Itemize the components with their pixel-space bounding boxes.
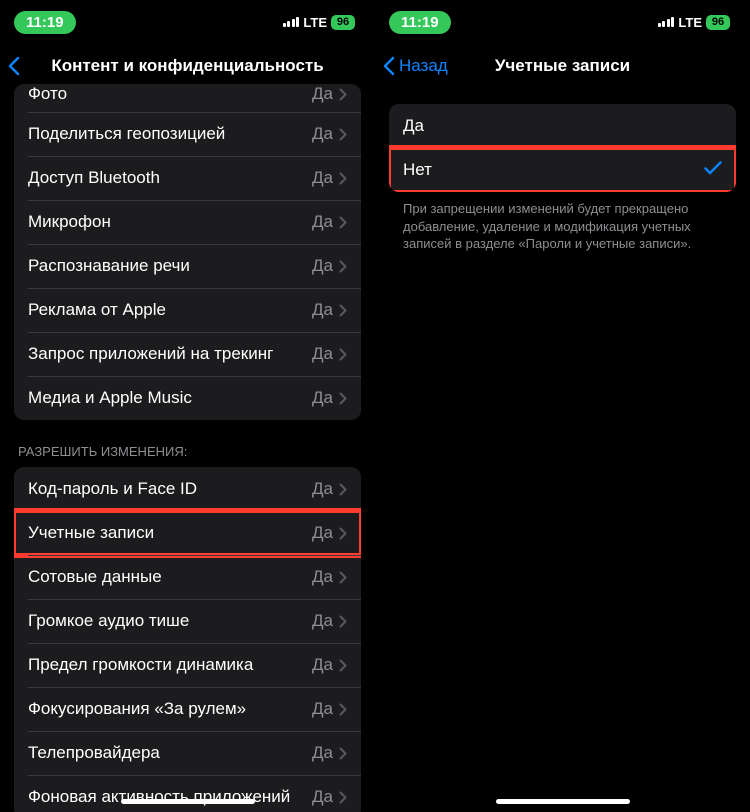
- home-indicator[interactable]: [121, 799, 255, 804]
- row-label: Громкое аудио тише: [28, 611, 312, 631]
- settings-group-2: Код-пароль и Face IDДаУчетные записиДаСо…: [14, 467, 361, 812]
- settings-row[interactable]: Громкое аудио тишеДа: [14, 599, 361, 643]
- status-time: 11:19: [389, 11, 451, 34]
- row-label: Запрос приложений на трекинг: [28, 344, 312, 364]
- phone-right: 11:19 LTE 96 Назад Учетные записи Да Нет …: [375, 0, 750, 812]
- settings-row[interactable]: Код-пароль и Face IDДа: [14, 467, 361, 511]
- settings-row[interactable]: Учетные записиДа: [14, 511, 361, 555]
- settings-row[interactable]: Медиа и Apple MusicДа: [14, 376, 361, 420]
- status-bar: 11:19 LTE 96: [0, 0, 375, 44]
- settings-group-1: ФотоДаПоделиться геопозициейДаДоступ Blu…: [14, 84, 361, 420]
- row-value: Да: [312, 256, 333, 276]
- chevron-right-icon: [339, 527, 347, 540]
- nav-header: Контент и конфиденциальность: [0, 44, 375, 88]
- footer-note: При запрещении изменений будет прекращен…: [389, 192, 736, 253]
- check-icon: [704, 161, 722, 180]
- battery-icon: 96: [706, 15, 730, 30]
- settings-row[interactable]: Запрос приложений на трекингДа: [14, 332, 361, 376]
- chevron-right-icon: [339, 659, 347, 672]
- row-value: Да: [312, 699, 333, 719]
- network-label: LTE: [303, 15, 327, 30]
- row-label: Фокусирования «За рулем»: [28, 699, 312, 719]
- chevron-right-icon: [339, 128, 347, 141]
- row-label: Микрофон: [28, 212, 312, 232]
- signal-icon: [658, 17, 675, 27]
- chevron-left-icon: [8, 56, 20, 76]
- settings-row[interactable]: Предел громкости динамикаДа: [14, 643, 361, 687]
- row-label: Реклама от Apple: [28, 300, 312, 320]
- option-row[interactable]: Нет: [389, 148, 736, 192]
- settings-row[interactable]: ТелепровайдераДа: [14, 731, 361, 775]
- row-label: Предел громкости динамика: [28, 655, 312, 675]
- chevron-right-icon: [339, 216, 347, 229]
- settings-row[interactable]: Фоновая активность приложенийДа: [14, 775, 361, 812]
- row-label: Медиа и Apple Music: [28, 388, 312, 408]
- row-label: Сотовые данные: [28, 567, 312, 587]
- row-label: Телепровайдера: [28, 743, 312, 763]
- chevron-right-icon: [339, 172, 347, 185]
- row-value: Да: [312, 567, 333, 587]
- back-label: Назад: [399, 56, 448, 76]
- row-value: Да: [312, 300, 333, 320]
- chevron-right-icon: [339, 392, 347, 405]
- row-label: Поделиться геопозицией: [28, 124, 312, 144]
- home-indicator[interactable]: [496, 799, 630, 804]
- chevron-right-icon: [339, 747, 347, 760]
- options-group: Да Нет: [389, 104, 736, 192]
- row-value: Да: [312, 479, 333, 499]
- row-value: Да: [312, 168, 333, 188]
- chevron-right-icon: [339, 88, 347, 101]
- section-header-allow-changes: Разрешить изменения:: [14, 420, 361, 467]
- row-label: Код-пароль и Face ID: [28, 479, 312, 499]
- status-time: 11:19: [14, 11, 76, 34]
- signal-icon: [283, 17, 300, 27]
- row-value: Да: [312, 743, 333, 763]
- settings-row[interactable]: МикрофонДа: [14, 200, 361, 244]
- row-value: Да: [312, 655, 333, 675]
- page-title: Контент и конфиденциальность: [0, 56, 375, 76]
- row-value: Да: [312, 344, 333, 364]
- row-label: Учетные записи: [28, 523, 312, 543]
- chevron-right-icon: [339, 703, 347, 716]
- row-value: Да: [312, 787, 333, 807]
- row-label: Фоновая активность приложений: [28, 787, 312, 807]
- battery-icon: 96: [331, 15, 355, 30]
- row-label: Да: [403, 116, 722, 136]
- row-label: Нет: [403, 160, 704, 180]
- settings-row[interactable]: Распознавание речиДа: [14, 244, 361, 288]
- chevron-right-icon: [339, 304, 347, 317]
- settings-row[interactable]: Поделиться геопозициейДа: [14, 112, 361, 156]
- settings-row[interactable]: ФотоДа: [14, 84, 361, 112]
- row-label: Фото: [28, 84, 312, 104]
- chevron-right-icon: [339, 615, 347, 628]
- row-value: Да: [312, 212, 333, 232]
- chevron-right-icon: [339, 571, 347, 584]
- row-value: Да: [312, 388, 333, 408]
- chevron-right-icon: [339, 483, 347, 496]
- content-scroll[interactable]: ФотоДаПоделиться геопозициейДаДоступ Blu…: [0, 84, 375, 812]
- row-value: Да: [312, 611, 333, 631]
- chevron-right-icon: [339, 791, 347, 804]
- settings-row[interactable]: Реклама от AppleДа: [14, 288, 361, 332]
- settings-row[interactable]: Фокусирования «За рулем»Да: [14, 687, 361, 731]
- row-value: Да: [312, 84, 333, 104]
- option-row[interactable]: Да: [389, 104, 736, 148]
- phone-left: 11:19 LTE 96 Контент и конфиденциальност…: [0, 0, 375, 812]
- chevron-right-icon: [339, 260, 347, 273]
- nav-header: Назад Учетные записи: [375, 44, 750, 88]
- settings-row[interactable]: Доступ BluetoothДа: [14, 156, 361, 200]
- network-label: LTE: [678, 15, 702, 30]
- status-bar: 11:19 LTE 96: [375, 0, 750, 44]
- row-value: Да: [312, 523, 333, 543]
- row-label: Доступ Bluetooth: [28, 168, 312, 188]
- row-value: Да: [312, 124, 333, 144]
- back-button[interactable]: Назад: [383, 56, 448, 76]
- chevron-left-icon: [383, 56, 395, 76]
- content-scroll[interactable]: Да Нет При запрещении изменений будет пре…: [375, 88, 750, 812]
- chevron-right-icon: [339, 348, 347, 361]
- scroll-edge-left: [375, 88, 376, 812]
- back-button[interactable]: [8, 56, 20, 76]
- settings-row[interactable]: Сотовые данныеДа: [14, 555, 361, 599]
- row-label: Распознавание речи: [28, 256, 312, 276]
